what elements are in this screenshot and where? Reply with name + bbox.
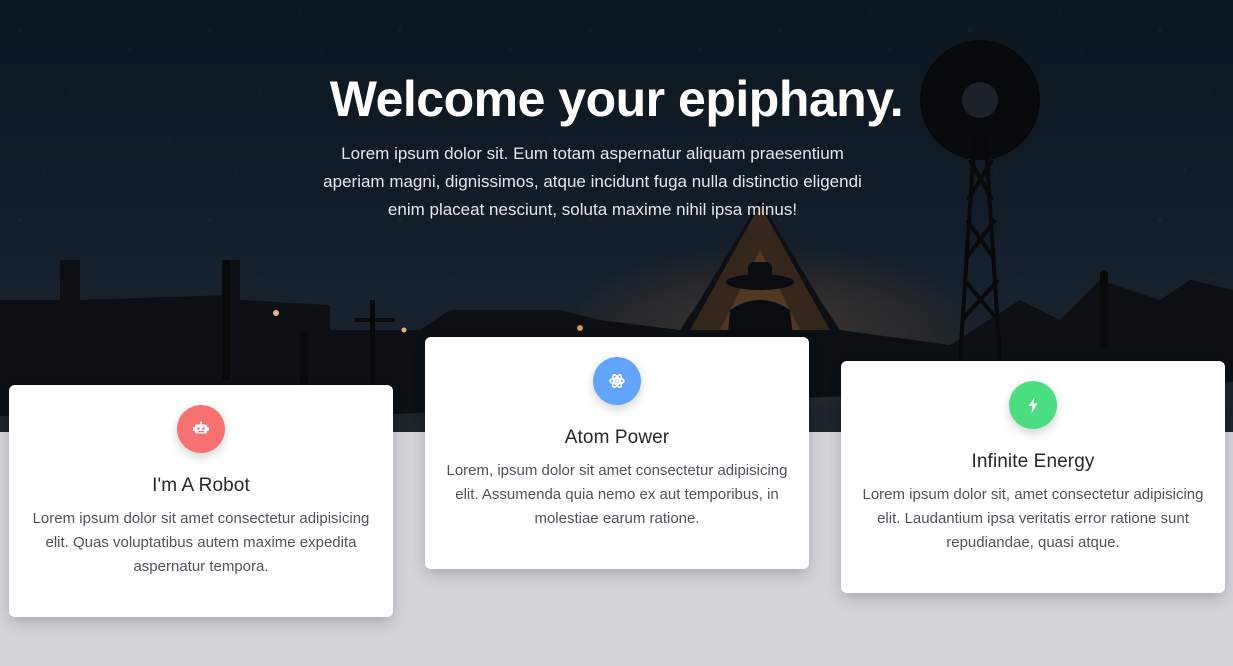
bolt-icon-badge bbox=[1009, 381, 1057, 429]
hero-subtitle: Lorem ipsum dolor sit. Eum totam asperna… bbox=[323, 144, 862, 219]
robot-icon bbox=[193, 421, 209, 434]
bolt-icon bbox=[1028, 397, 1038, 413]
hero-title: Welcome your epiphany. bbox=[329, 71, 904, 127]
feature-title: I'm A Robot bbox=[152, 475, 250, 496]
feature-title: Infinite Energy bbox=[971, 451, 1095, 472]
feature-description: Lorem ipsum dolor sit amet consectetur a… bbox=[32, 510, 370, 575]
feature-card-atom: Atom Power Lorem, ipsum dolor sit amet c… bbox=[425, 337, 809, 569]
atom-icon bbox=[609, 373, 625, 389]
feature-title: Atom Power bbox=[564, 427, 670, 448]
feature-card-robot: I'm A Robot Lorem ipsum dolor sit amet c… bbox=[9, 385, 393, 617]
feature-description: Lorem, ipsum dolor sit amet consectetur … bbox=[446, 462, 788, 527]
atom-icon-badge bbox=[593, 357, 641, 405]
robot-icon-badge bbox=[177, 405, 225, 453]
feature-card-energy: Infinite Energy Lorem ipsum dolor sit, a… bbox=[841, 361, 1225, 593]
feature-description: Lorem ipsum dolor sit, amet consectetur … bbox=[862, 486, 1204, 551]
page: Welcome your epiphany. Lorem ipsum dolor… bbox=[0, 0, 1233, 666]
